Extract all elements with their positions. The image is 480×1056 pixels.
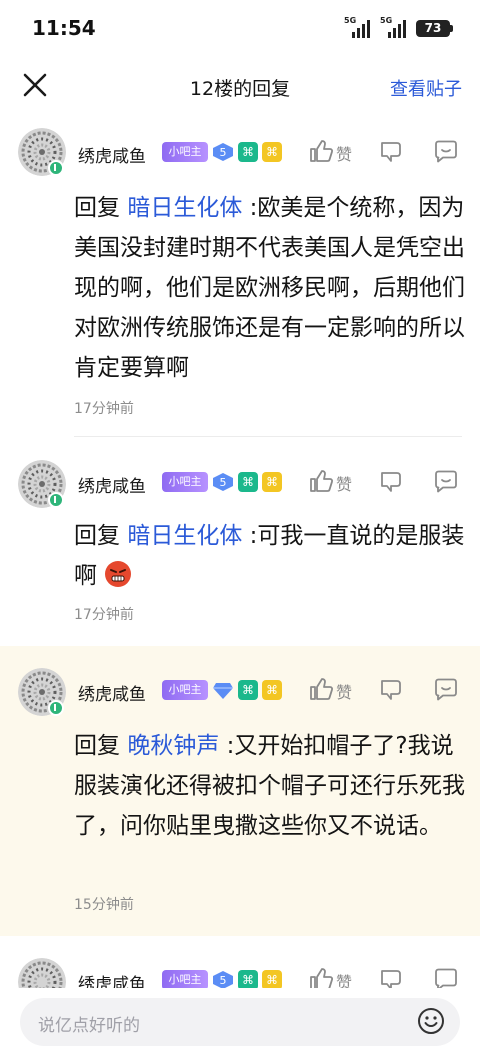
thumb-down-icon	[381, 472, 401, 492]
mention-link[interactable]: 晚秋钟声	[127, 733, 219, 759]
reply-input-bar: 说亿点好听的	[0, 988, 480, 1056]
thumb-up-icon	[310, 678, 334, 700]
member-badge-icon: ⌘	[238, 472, 258, 492]
thumb-up-icon	[310, 968, 334, 988]
emoji-button[interactable]	[416, 1006, 446, 1036]
username[interactable]: 绣虎咸鱼	[78, 970, 146, 988]
verified-badge-icon	[48, 492, 64, 508]
view-post-link[interactable]: 查看贴子	[390, 75, 462, 101]
reply-content: 回复 暗日生化体 :可我一直说的是服装啊	[74, 523, 465, 589]
level-badge-icon: 5	[212, 472, 234, 492]
diamond-badge-icon	[212, 680, 234, 700]
dislike-button[interactable]	[378, 966, 406, 988]
avatar[interactable]	[18, 958, 66, 988]
reply-input[interactable]: 说亿点好听的	[20, 998, 460, 1046]
username[interactable]: 绣虎咸鱼	[78, 142, 146, 167]
mention-link[interactable]: 暗日生化体	[127, 195, 242, 221]
reply-item: 绣虎咸鱼 小吧主 5 ⌘ ⌘ 赞 回复 暗日生化体 :可我一直说的是服装啊 17…	[0, 448, 480, 646]
signal-5g-icon: 5G	[344, 16, 374, 38]
reply-content: 回复 暗日生化体 :欧美是个统称，因为美国没封建时期不代表美国人是凭空出现的啊，…	[74, 195, 465, 381]
page-header: 12楼的回复 查看贴子	[0, 56, 480, 118]
verified-badge-icon	[48, 700, 64, 716]
comment-button[interactable]	[432, 966, 460, 988]
reply-time: 17分钟前	[74, 607, 134, 623]
role-badge: 小吧主	[162, 680, 208, 700]
vip-badge-icon: ⌘	[262, 472, 282, 492]
thumb-down-icon	[381, 970, 401, 988]
username[interactable]: 绣虎咸鱼	[78, 472, 146, 497]
verified-badge-icon	[48, 160, 64, 176]
battery-tip	[450, 25, 453, 32]
comment-button[interactable]	[432, 468, 460, 496]
thumb-up-icon	[310, 140, 334, 162]
divider	[74, 436, 462, 437]
reply-time: 15分钟前	[74, 897, 134, 913]
role-badge: 小吧主	[162, 970, 208, 988]
like-button[interactable]: 赞	[308, 676, 356, 704]
dislike-button[interactable]	[378, 676, 406, 704]
role-badge: 小吧主	[162, 142, 208, 162]
username[interactable]: 绣虎咸鱼	[78, 680, 146, 705]
like-button[interactable]: 赞	[308, 468, 356, 496]
member-badge-icon: ⌘	[238, 970, 258, 988]
avatar-image	[18, 958, 66, 988]
vip-badge-icon: ⌘	[262, 680, 282, 700]
comment-bubble-icon	[435, 470, 457, 493]
comment-bubble-icon	[435, 968, 457, 988]
thumb-down-icon	[381, 142, 401, 162]
member-badge-icon: ⌘	[238, 680, 258, 700]
thumb-up-icon	[310, 470, 334, 492]
comment-bubble-icon	[435, 140, 457, 163]
svg-text:5: 5	[220, 146, 227, 159]
svg-text:5: 5	[220, 974, 227, 987]
battery-icon: 73	[416, 20, 450, 37]
vip-badge-icon: ⌘	[262, 142, 282, 162]
role-badge: 小吧主	[162, 472, 208, 492]
status-bar: 11:54 5G 5G 73	[0, 0, 480, 56]
dislike-button[interactable]	[378, 138, 406, 166]
angry-face-emoji-icon	[105, 561, 132, 587]
like-button[interactable]: 赞	[308, 138, 356, 166]
like-button[interactable]: 赞	[308, 966, 356, 988]
level-badge-icon: 5	[212, 142, 234, 162]
reply-time: 17分钟前	[74, 401, 134, 417]
svg-text:5: 5	[220, 476, 227, 489]
level-badge-icon: 5	[212, 970, 234, 988]
mention-link[interactable]: 暗日生化体	[127, 523, 242, 549]
comment-button[interactable]	[432, 676, 460, 704]
reply-input-placeholder: 说亿点好听的	[38, 1016, 140, 1036]
comment-bubble-icon	[435, 678, 457, 701]
comment-button[interactable]	[432, 138, 460, 166]
reply-item-partial: 绣虎咸鱼 小吧主 5 ⌘ ⌘ 赞	[0, 936, 480, 988]
vip-badge-icon: ⌘	[262, 970, 282, 988]
member-badge-icon: ⌘	[238, 142, 258, 162]
reply-item: 绣虎咸鱼 小吧主 5 ⌘ ⌘ 赞 回复 暗日生化体 :欧美是个统称，因为美国没封…	[0, 118, 480, 448]
signal-5g-2-icon: 5G	[380, 16, 410, 38]
dislike-button[interactable]	[378, 468, 406, 496]
status-time: 11:54	[32, 16, 96, 40]
reply-item-highlighted: 绣虎咸鱼 小吧主 ⌘ ⌘ 赞 回复 晚秋钟声 :又开始扣帽子了?我说服装演化还得…	[0, 646, 480, 936]
thumb-down-icon	[381, 680, 401, 700]
smiley-icon	[418, 1008, 444, 1034]
reply-content: 回复 晚秋钟声 :又开始扣帽子了?我说服装演化还得被扣个帽子可还行乐死我了，问你…	[74, 733, 465, 839]
